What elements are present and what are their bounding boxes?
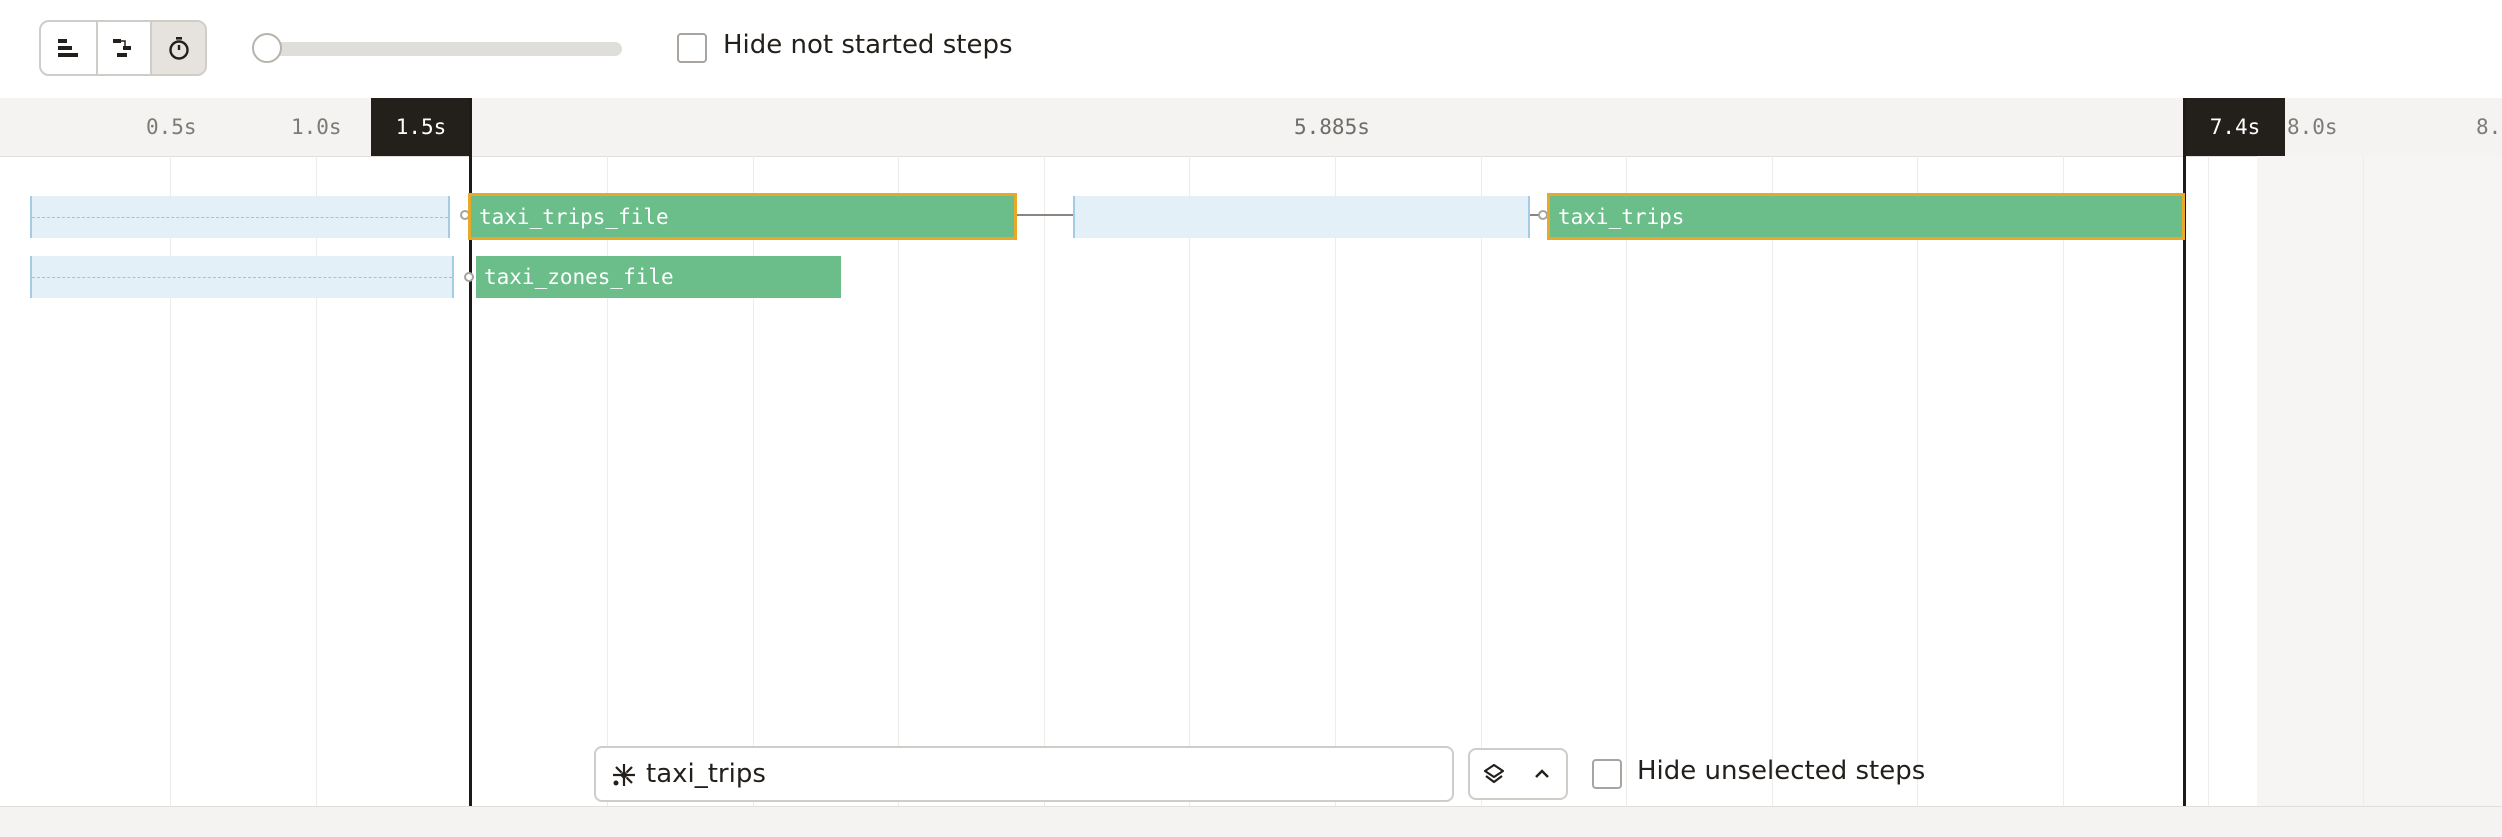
step-bar-taxi-trips[interactable]: taxi_trips xyxy=(1547,193,2185,240)
tick-label: 0.5s xyxy=(146,115,197,139)
zoom-slider-track[interactable] xyxy=(268,42,622,56)
grid-line xyxy=(1481,156,1482,806)
grid-line xyxy=(2363,156,2364,806)
grid-line xyxy=(2208,156,2209,806)
waterfall-view-button[interactable] xyxy=(95,22,151,74)
grid-line xyxy=(170,156,171,806)
layers-button[interactable] xyxy=(1470,750,1518,798)
step-start-dot xyxy=(464,272,474,282)
range-end-marker[interactable]: 7.4s xyxy=(2185,98,2285,156)
tick-label: 8.0s xyxy=(2287,115,2338,139)
range-span-label: 5.885s xyxy=(1294,115,1370,139)
stopwatch-icon xyxy=(168,37,189,60)
step-bar-taxi-zones-file[interactable]: taxi_zones_file xyxy=(476,256,841,298)
grid-line xyxy=(1626,156,1627,806)
hide-not-started-label: Hide not started steps xyxy=(723,30,1013,60)
zoom-slider-thumb[interactable] xyxy=(252,33,282,63)
hide-not-started-checkbox[interactable] xyxy=(677,33,707,63)
waterfall-icon xyxy=(112,39,131,57)
hide-unselected-checkbox[interactable] xyxy=(1592,759,1622,789)
grid-line xyxy=(607,156,608,806)
step-waiting-bar xyxy=(1073,196,1530,238)
chevron-up-icon xyxy=(1535,769,1549,778)
step-bar-taxi-trips-file[interactable]: taxi_trips_file xyxy=(468,193,1017,240)
step-waiting-bar xyxy=(30,196,450,238)
query-text[interactable]: taxi_trips xyxy=(646,748,766,800)
grid-line xyxy=(1917,156,1918,806)
grid-line xyxy=(316,156,317,806)
grid-line xyxy=(753,156,754,806)
tick-label: 8. xyxy=(2476,115,2502,139)
grid-line xyxy=(1044,156,1045,806)
selection-query-icon xyxy=(613,764,635,786)
layers-icon xyxy=(1483,763,1505,784)
grid-line xyxy=(1335,156,1336,806)
timeline-scrollbar[interactable] xyxy=(0,806,2502,837)
grid-line xyxy=(1189,156,1190,806)
grid-line xyxy=(898,156,899,806)
timed-view-button[interactable] xyxy=(150,22,205,74)
out-of-range-area xyxy=(2257,156,2502,806)
step-waiting-bar xyxy=(30,256,454,298)
range-start-marker[interactable]: 1.5s xyxy=(371,98,471,156)
grid-line xyxy=(1772,156,1773,806)
step-query-input[interactable]: taxi_trips xyxy=(594,746,1454,802)
tick-label: 1.0s xyxy=(291,115,342,139)
flat-view-button[interactable] xyxy=(41,22,96,74)
query-controls xyxy=(1468,748,1568,800)
view-mode-toggle xyxy=(39,20,207,76)
grid-line xyxy=(2063,156,2064,806)
hide-unselected-label: Hide unselected steps xyxy=(1637,756,1926,786)
flat-list-icon xyxy=(58,39,79,57)
collapse-button[interactable] xyxy=(1518,750,1566,798)
